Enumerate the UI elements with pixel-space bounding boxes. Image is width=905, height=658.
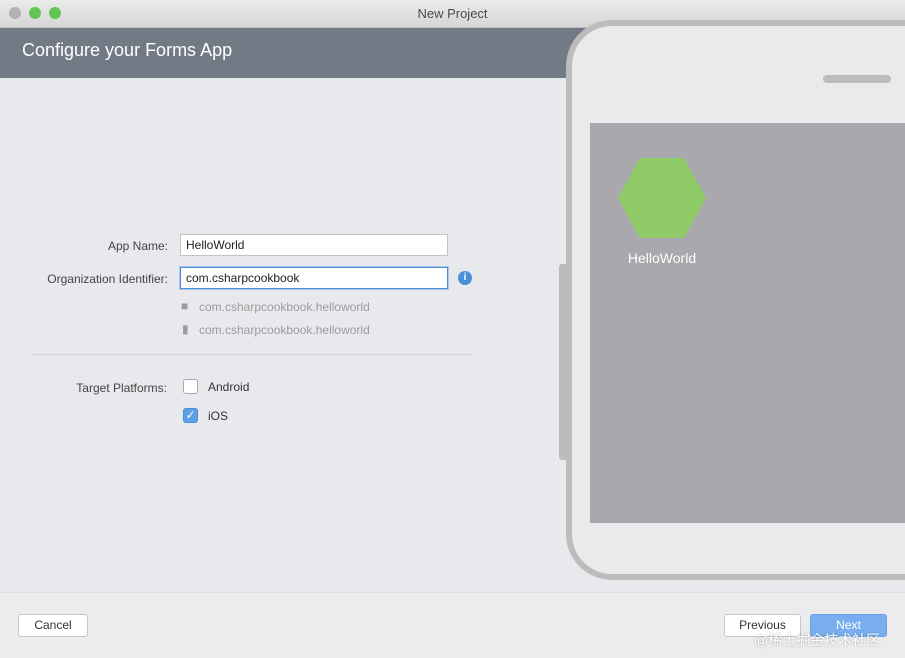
page-title: Configure your Forms App <box>22 40 233 60</box>
android-checkbox-label: Android <box>208 380 250 394</box>
new-project-window: New Project Configure your Forms App App… <box>0 0 905 658</box>
android-bundle-id: com.csharpcookbook.helloworld <box>199 300 370 314</box>
window-title: New Project <box>417 6 488 21</box>
preview-app-name: HelloWorld <box>627 250 697 266</box>
watermark-text: @稀土掘金技术社区 <box>754 632 881 648</box>
phone-side-button <box>559 264 567 460</box>
checkmark-icon: ✓ <box>185 408 196 422</box>
org-id-input[interactable]: com.csharpcookbook <box>180 267 448 289</box>
app-name-label: App Name: <box>107 239 168 253</box>
ios-bundle-id: com.csharpcookbook.helloworld <box>199 323 370 337</box>
org-id-label: Organization Identifier: <box>47 272 168 286</box>
section-divider <box>32 354 472 355</box>
info-icon[interactable]: i <box>458 271 472 285</box>
phone-speaker <box>823 75 891 83</box>
android-icon: ■ <box>181 299 189 313</box>
ios-checkbox[interactable]: ✓ <box>183 408 198 423</box>
app-name-input[interactable]: HelloWorld <box>180 234 448 256</box>
target-platforms-label: Target Platforms: <box>76 381 167 395</box>
ios-checkbox-label: iOS <box>208 409 229 423</box>
android-checkbox[interactable] <box>183 379 198 394</box>
cancel-button[interactable]: Cancel <box>18 614 88 637</box>
ios-device-icon: ▮ <box>182 322 189 336</box>
